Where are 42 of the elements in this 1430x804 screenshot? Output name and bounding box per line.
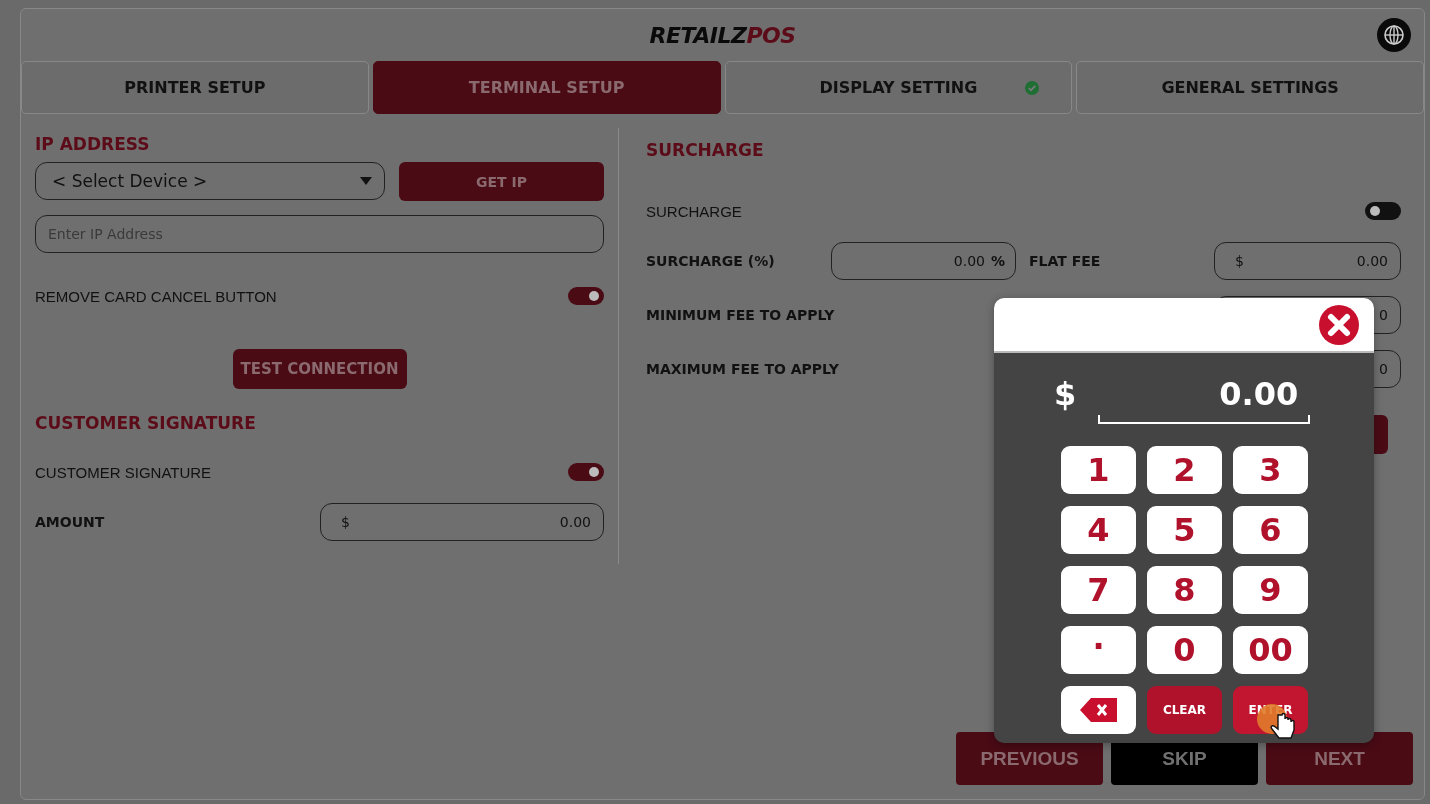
keypad-key[interactable]: CLEAR <box>1147 686 1222 734</box>
field-label: FLAT FEE <box>1028 253 1102 269</box>
amount-field[interactable]: $ 0.00 <box>320 503 604 541</box>
keypad-key[interactable]: 3 <box>1233 446 1308 494</box>
flat-fee-field[interactable]: $ 0.00 <box>1214 242 1401 280</box>
close-icon[interactable] <box>1318 303 1360 346</box>
keypad-key[interactable]: 0 <box>1147 626 1222 674</box>
currency-symbol: $ <box>1054 375 1077 413</box>
field-label: MAXIMUM FEE TO APPLY <box>646 361 840 377</box>
toggle-label: CUSTOMER SIGNATURE <box>35 463 212 481</box>
amount-display: 0.00 <box>1218 375 1300 413</box>
keypad-key[interactable]: 2 <box>1147 446 1222 494</box>
tab[interactable]: GENERAL SETTINGS <box>1076 61 1424 114</box>
keypad-key[interactable]: 6 <box>1233 506 1308 554</box>
section-title: IP ADDRESS <box>35 134 151 154</box>
tab[interactable]: DISPLAY SETTING <box>724 61 1073 114</box>
brand-logo: RETAILZPOS <box>649 22 796 48</box>
section-title: CUSTOMER SIGNATURE <box>35 413 257 433</box>
surcharge-percent-field[interactable]: 0.00 % <box>831 242 1016 280</box>
toggle-switch[interactable] <box>568 287 604 305</box>
keypad-key[interactable]: 4 <box>1061 506 1136 554</box>
globe-icon[interactable] <box>1376 17 1412 53</box>
device-select[interactable]: < Select Device > <box>35 162 385 200</box>
keypad-key[interactable]: 8 <box>1147 566 1222 614</box>
toggle-label: REMOVE CARD CANCEL BUTTON <box>35 287 277 305</box>
section-title: SURCHARGE <box>646 140 765 160</box>
toggle-switch[interactable] <box>568 463 604 481</box>
field-label: AMOUNT <box>35 514 105 530</box>
keypad-key[interactable]: 5 <box>1147 506 1222 554</box>
backspace-icon <box>1078 697 1119 723</box>
keypad-key[interactable]: . <box>1061 626 1136 674</box>
dropdown-caret-icon <box>360 177 372 185</box>
field-label: MINIMUM FEE TO APPLY <box>646 307 836 323</box>
tab[interactable]: PRINTER SETUP <box>21 61 369 114</box>
keypad-key[interactable]: 1 <box>1061 446 1136 494</box>
backspace-key[interactable] <box>1061 686 1136 734</box>
field-label: SURCHARGE (%) <box>646 253 776 269</box>
keypad-key[interactable]: 9 <box>1233 566 1308 614</box>
keypad-key[interactable]: 00 <box>1233 626 1308 674</box>
keypad-key[interactable]: 7 <box>1061 566 1136 614</box>
toggle-label: SURCHARGE <box>646 202 742 220</box>
toggle-switch[interactable] <box>1365 202 1401 220</box>
